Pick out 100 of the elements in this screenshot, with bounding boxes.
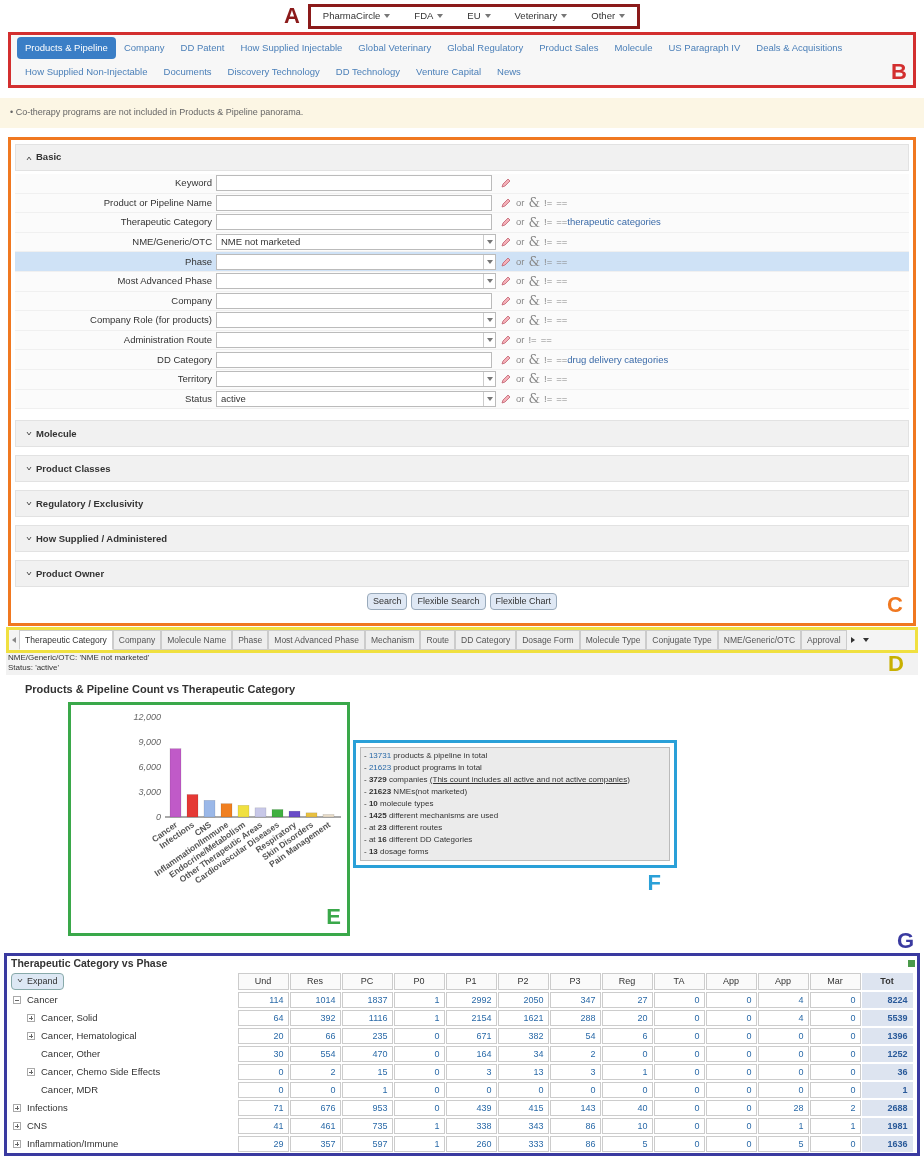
- select-field[interactable]: [216, 371, 496, 388]
- result-tab[interactable]: Molecule Name: [161, 630, 233, 650]
- menu-item[interactable]: PharmaCircle: [322, 8, 391, 24]
- operator-link[interactable]: ==: [540, 332, 552, 348]
- module-tab[interactable]: Molecule: [606, 37, 661, 59]
- scroll-right-icon[interactable]: [850, 637, 855, 643]
- menu-item[interactable]: Veterinary: [514, 8, 568, 24]
- operator-link[interactable]: ==: [556, 254, 568, 269]
- result-tab[interactable]: Route: [420, 630, 456, 650]
- select-field[interactable]: [216, 332, 496, 349]
- module-tab[interactable]: Global Regulatory: [439, 37, 532, 59]
- operator-link[interactable]: or: [516, 332, 525, 348]
- module-tab[interactable]: DD Patent: [172, 37, 233, 59]
- operator-link[interactable]: or: [516, 293, 525, 308]
- result-tab[interactable]: Conjugate Type: [646, 630, 718, 650]
- module-tab[interactable]: Global Veterinary: [350, 37, 440, 59]
- module-tab[interactable]: Product Sales: [531, 37, 607, 59]
- operator-link[interactable]: &: [528, 251, 541, 272]
- result-tab[interactable]: Most Advanced Phase: [268, 630, 365, 650]
- operator-link[interactable]: &: [528, 271, 541, 291]
- expand-button[interactable]: Expand: [11, 972, 64, 990]
- module-tab[interactable]: DD Technology: [327, 61, 409, 83]
- result-tab[interactable]: Approval: [801, 630, 847, 650]
- module-tab[interactable]: How Supplied Injectable: [232, 37, 351, 59]
- operator-link[interactable]: ==: [556, 391, 568, 406]
- menu-item[interactable]: FDA: [414, 8, 444, 24]
- expand-icon[interactable]: [13, 1104, 21, 1113]
- operator-link[interactable]: ==: [556, 215, 568, 230]
- scroll-left-icon[interactable]: [12, 637, 16, 643]
- operator-link[interactable]: &: [528, 291, 541, 311]
- operator-link[interactable]: !=: [544, 274, 553, 289]
- action-button[interactable]: Flexible Search: [411, 593, 486, 611]
- result-tab[interactable]: DD Category: [455, 630, 517, 650]
- expand-icon[interactable]: [27, 1032, 35, 1041]
- menu-item[interactable]: Other: [591, 8, 626, 24]
- operator-link[interactable]: !=: [544, 372, 553, 387]
- operator-link[interactable]: ==: [556, 352, 568, 367]
- export-icon[interactable]: [908, 959, 915, 967]
- select-field[interactable]: NME not marketed: [216, 234, 496, 251]
- module-tab[interactable]: News: [489, 61, 529, 83]
- input-field[interactable]: [216, 194, 492, 211]
- section-header[interactable]: Product Classes: [15, 455, 909, 483]
- operator-link[interactable]: !=: [544, 391, 553, 406]
- module-tab[interactable]: US Paragraph IV: [660, 37, 749, 59]
- result-tab[interactable]: NME/Generic/OTC: [717, 630, 802, 650]
- operator-link[interactable]: or: [516, 391, 525, 406]
- operator-link[interactable]: ==: [556, 195, 568, 210]
- operator-link[interactable]: ==: [556, 234, 568, 250]
- section-header[interactable]: Basic: [15, 144, 909, 171]
- operator-link[interactable]: ==: [556, 293, 568, 308]
- result-tab[interactable]: Dosage Form: [516, 630, 580, 650]
- result-tab[interactable]: Molecule Type: [579, 630, 647, 650]
- operator-link[interactable]: !=: [544, 234, 553, 250]
- section-header[interactable]: Product Owner: [15, 560, 909, 588]
- operator-link[interactable]: &: [528, 193, 541, 213]
- operator-link[interactable]: &: [528, 369, 541, 389]
- module-tab[interactable]: Venture Capital: [408, 61, 490, 83]
- section-header[interactable]: How Supplied / Administered: [15, 525, 909, 553]
- select-field[interactable]: [216, 253, 496, 270]
- input-field[interactable]: [216, 214, 492, 231]
- menu-item[interactable]: EU: [467, 8, 491, 24]
- operator-link[interactable]: !=: [544, 313, 553, 328]
- input-field[interactable]: [216, 175, 492, 192]
- category-link[interactable]: drug delivery categories: [567, 352, 669, 367]
- result-tab[interactable]: Phase: [232, 630, 269, 650]
- operator-link[interactable]: or: [516, 215, 525, 230]
- module-tab[interactable]: Documents: [155, 61, 220, 83]
- expand-icon[interactable]: [13, 1140, 21, 1149]
- tab-menu-icon[interactable]: [862, 638, 869, 642]
- operator-link[interactable]: &: [528, 389, 541, 409]
- section-header[interactable]: Molecule: [15, 420, 909, 448]
- operator-link[interactable]: !=: [544, 352, 553, 367]
- operator-link[interactable]: or: [516, 254, 525, 269]
- module-tab[interactable]: Deals & Acquisitions: [748, 37, 851, 59]
- category-link[interactable]: therapeutic categories: [567, 215, 661, 230]
- section-header[interactable]: Regulatory / Exclusivity: [15, 490, 909, 518]
- operator-link[interactable]: !=: [544, 195, 553, 210]
- module-tab[interactable]: Products & Pipeline: [17, 37, 116, 59]
- operator-link[interactable]: !=: [528, 332, 537, 348]
- select-field[interactable]: [216, 273, 496, 290]
- action-button[interactable]: Search: [366, 593, 408, 611]
- operator-link[interactable]: !=: [544, 293, 553, 308]
- operator-link[interactable]: or: [516, 352, 525, 367]
- operator-link[interactable]: ==: [556, 372, 568, 387]
- input-field[interactable]: [216, 351, 492, 368]
- expand-icon[interactable]: [13, 1122, 21, 1131]
- module-tab[interactable]: Company: [115, 37, 173, 59]
- operator-link[interactable]: !=: [544, 254, 553, 269]
- operator-link[interactable]: or: [516, 274, 525, 289]
- operator-link[interactable]: ==: [556, 313, 568, 328]
- operator-link[interactable]: or: [516, 372, 525, 387]
- module-tab[interactable]: Discovery Technology: [219, 61, 328, 83]
- result-tab[interactable]: Therapeutic Category: [19, 630, 113, 650]
- operator-link[interactable]: or: [516, 313, 525, 328]
- action-button[interactable]: Flexible Chart: [489, 593, 558, 611]
- result-tab[interactable]: Company: [112, 630, 162, 650]
- operator-link[interactable]: &: [528, 310, 541, 331]
- select-field[interactable]: active: [216, 390, 496, 407]
- operator-link[interactable]: &: [528, 232, 541, 252]
- result-tab[interactable]: Mechanism: [364, 630, 421, 650]
